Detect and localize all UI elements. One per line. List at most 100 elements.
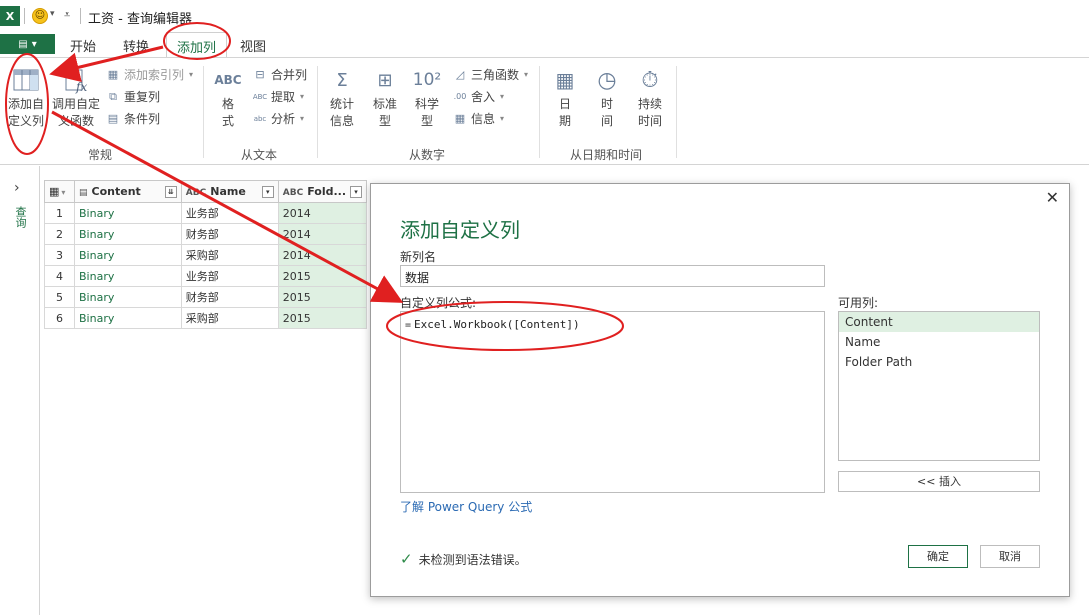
divider (80, 8, 81, 24)
content-cell[interactable]: Binary (74, 286, 182, 308)
clock-icon: ◷ (597, 67, 617, 93)
extract-button[interactable]: ABC 提取 ▾ (252, 88, 304, 105)
smiley-icon[interactable]: ☺ (32, 8, 48, 24)
table-row[interactable]: 3 Binary 采购部 2014 (44, 244, 368, 266)
name-cell[interactable]: 财务部 (180, 286, 279, 308)
tab-transform[interactable]: 转换 (123, 36, 149, 55)
tab-view[interactable]: 视图 (240, 36, 266, 55)
learn-power-query-link[interactable]: 了解 Power Query 公式 (400, 498, 532, 515)
available-columns-label: 可用列: (838, 296, 879, 310)
folder-cell[interactable]: 2014 (277, 223, 368, 245)
add-index-column-button[interactable]: ▦ 添加索引列 ▾ (105, 66, 193, 83)
folder-cell[interactable]: 2015 (277, 307, 368, 329)
index-icon: ▦ (107, 68, 119, 81)
folder-cell[interactable]: 2014 (277, 202, 368, 224)
stopwatch-icon: ⏱ (641, 67, 659, 93)
name-cell[interactable]: 采购部 (180, 244, 279, 266)
chevron-down-icon: ▾ (300, 92, 305, 101)
content-cell[interactable]: Binary (74, 202, 182, 224)
rounding-button[interactable]: .00 舍入 ▾ (452, 88, 504, 105)
insert-button[interactable]: << 插入 (838, 471, 1040, 492)
filter-icon[interactable]: ▾ (261, 186, 274, 198)
conditional-column-button[interactable]: ▤ 条件列 (105, 110, 160, 127)
list-item[interactable]: Content (839, 312, 1039, 332)
name-cell[interactable]: 财务部 (180, 223, 279, 245)
content-cell[interactable]: Binary (74, 244, 182, 266)
column-header-content[interactable]: ▤ Content ⇊ (74, 180, 182, 203)
statistics-button[interactable]: Σ 统计 信息 (324, 64, 360, 130)
close-icon[interactable]: ✕ (1046, 188, 1059, 207)
name-cell[interactable]: 业务部 (180, 265, 279, 287)
merge-icon: ⊟ (255, 68, 265, 81)
name-cell[interactable]: 业务部 (180, 202, 279, 224)
format-button[interactable]: ABC 格 式 (211, 64, 245, 130)
folder-cell[interactable]: 2014 (277, 244, 368, 266)
queries-pane: › 查询 (0, 166, 40, 615)
window-title: 工资 - 查询编辑器 (88, 12, 192, 27)
chevron-down-icon: ▾ (500, 114, 505, 123)
group-label-from-number: 从数字 (409, 148, 446, 162)
ribbon-tabs: ▤ ▾ 开始 转换 添加列 视图 (0, 32, 1089, 58)
duration-button[interactable]: ⏱ 持续 时间 (632, 64, 668, 130)
row-index: 3 (44, 244, 75, 266)
file-icon: ▤ (18, 38, 28, 50)
equals-sign: = (405, 320, 412, 331)
merge-columns-button[interactable]: ⊟ 合并列 (252, 66, 307, 83)
content-cell[interactable]: Binary (74, 307, 182, 329)
information-button[interactable]: ▦ 信息 ▾ (452, 110, 504, 127)
chevron-down-icon: ▾ (524, 70, 529, 79)
invoke-custom-function-button[interactable]: fx 调用自定 义函数 (51, 64, 101, 130)
time-button[interactable]: ◷ 时 间 (590, 64, 624, 130)
excel-logo-icon: X (0, 6, 20, 26)
table-row[interactable]: 4 Binary 业务部 2015 (44, 265, 368, 287)
ok-button[interactable]: 确定 (908, 545, 968, 568)
name-cell[interactable]: 采购部 (180, 307, 279, 329)
binary-type-icon: ▤ (79, 188, 88, 198)
function-icon: fx (60, 64, 92, 96)
new-column-name-input[interactable]: 数据 (400, 265, 825, 287)
rounding-icon: .00 (453, 92, 467, 101)
tab-home[interactable]: 开始 (70, 36, 96, 55)
formula-editor[interactable]: = Excel.Workbook([Content]) (400, 311, 825, 493)
table-row[interactable]: 6 Binary 采购部 2015 (44, 307, 368, 329)
date-button[interactable]: ▦ 日 期 (548, 64, 582, 130)
queries-label[interactable]: 查询 (12, 206, 28, 228)
status-text: 未检测到语法错误。 (418, 552, 527, 567)
table-row[interactable]: 5 Binary 财务部 2015 (44, 286, 368, 308)
triangle-icon: ◿ (455, 68, 465, 81)
folder-cell[interactable]: 2015 (277, 265, 368, 287)
table-row[interactable]: 1 Binary 业务部 2014 (44, 202, 368, 224)
chevron-right-icon[interactable]: › (14, 180, 20, 196)
add-custom-column-button[interactable]: 添加自 定义列 (6, 64, 46, 130)
row-index: 5 (44, 286, 75, 308)
add-custom-column-label: 添加自 定义列 (7, 97, 44, 128)
file-menu-button[interactable]: ▤ ▾ (0, 34, 55, 54)
column-header-folder[interactable]: ABC Fold... ▾ (277, 180, 368, 203)
chevron-down-icon[interactable]: ▾ (50, 9, 55, 19)
table-menu-icon[interactable]: ▦ ▾ (44, 180, 75, 203)
column-header-name[interactable]: ABC Name ▾ (180, 180, 279, 203)
content-cell[interactable]: Binary (74, 223, 182, 245)
customize-quick-access-icon[interactable]: ⩡ (64, 8, 70, 22)
list-item[interactable]: Folder Path (839, 352, 1039, 372)
content-cell[interactable]: Binary (74, 265, 182, 287)
tab-add-column[interactable]: 添加列 (166, 32, 228, 58)
parse-button[interactable]: abc 分析 ▾ (252, 110, 304, 127)
duplicate-column-button[interactable]: ⧉ 重复列 (105, 88, 160, 105)
list-item[interactable]: Name (839, 332, 1039, 352)
text-type-icon: ABC (282, 188, 304, 198)
power-icon: 10² (412, 70, 442, 90)
group-label-general: 常规 (88, 148, 113, 162)
scientific-button[interactable]: 10² 科学 型 (410, 64, 444, 130)
table-row[interactable]: 2 Binary 财务部 2014 (44, 223, 368, 245)
standard-button[interactable]: ⊞ 标准 型 (368, 64, 402, 130)
expand-icon[interactable]: ⇊ (164, 186, 177, 198)
calendar-icon: ▦ (555, 68, 575, 92)
filter-icon[interactable]: ▾ (350, 186, 363, 198)
cancel-button[interactable]: 取消 (980, 545, 1040, 568)
info-icon: ▦ (454, 112, 466, 125)
group-divider (203, 66, 204, 158)
trigonometry-button[interactable]: ◿ 三角函数 ▾ (452, 66, 528, 83)
folder-cell[interactable]: 2015 (277, 286, 368, 308)
custom-column-icon (10, 64, 42, 96)
